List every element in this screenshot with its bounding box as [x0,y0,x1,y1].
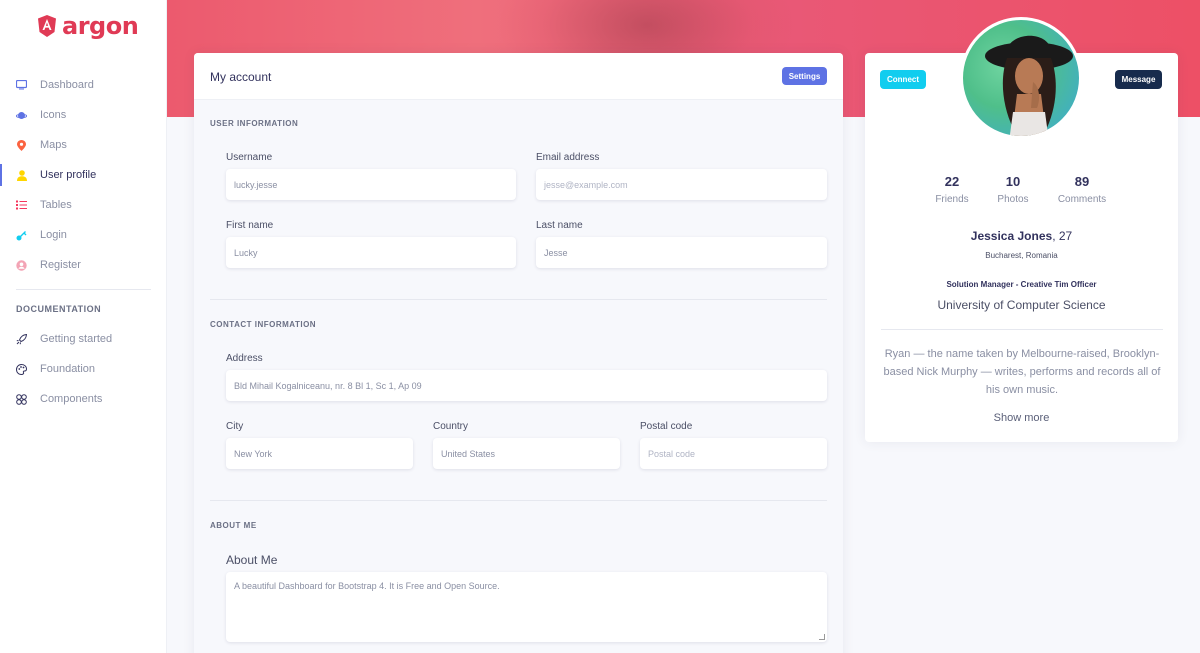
sidebar-divider [16,289,151,290]
profile-name: Jessica Jones, 27 [865,229,1178,243]
account-card-header: My account Settings [194,53,843,100]
profile-location: Bucharest, Romania [985,251,1058,260]
sidebar-item-getting-started[interactable]: Getting started [0,324,166,354]
sidebar-item-label: Dashboard [40,79,94,91]
bullet-list-icon [16,200,27,211]
last-name-label: Last name [536,220,583,231]
profile-photo [985,35,1073,136]
postal-code-label: Postal code [640,421,693,432]
account-title: My account [210,70,272,84]
email-input[interactable]: jesse@example.com [536,169,827,200]
profile-age: , 27 [1052,229,1073,243]
docs-nav: Getting started Foundation Components [0,324,166,414]
palette-icon [16,363,27,375]
angular-logo-icon [38,15,56,37]
stat-value: 22 [944,174,960,189]
stat-value: 89 [1074,174,1090,189]
stat-label: Friends [935,194,969,205]
first-name-input[interactable]: Lucky [226,237,516,268]
profile-divider [881,329,1163,330]
city-input[interactable]: New York [226,438,413,469]
stat-value: 10 [1005,174,1021,189]
sidebar-item-login[interactable]: Login [0,220,166,250]
sidebar-item-user-profile[interactable]: User profile [0,160,166,190]
single-user-icon [16,169,27,181]
sidebar-item-label: Register [40,259,81,271]
sidebar-item-components[interactable]: Components [0,384,166,414]
address-input[interactable]: Bld Mihail Kogalniceanu, nr. 8 Bl 1, Sc … [226,370,827,401]
planet-icon [16,110,27,121]
connect-button[interactable]: Connect [880,70,926,89]
sidebar-item-label: Icons [40,109,67,121]
profile-job: Solution Manager - Creative Tim Officer [946,280,1097,289]
tv-icon [16,80,27,91]
key-icon [16,230,27,241]
username-input[interactable]: lucky.jesse [226,169,516,200]
section-divider [210,299,827,300]
circle-user-icon [16,259,27,271]
sidebar-item-label: Getting started [40,333,113,345]
sidebar-item-label: User profile [40,169,97,181]
email-label: Email address [536,152,600,163]
pin-icon [16,139,27,151]
stat-friends: 22 Friends [922,174,982,205]
spaceship-icon [16,333,27,345]
user-info-heading: USER INFORMATION [210,119,299,128]
ui-04-icon [16,393,27,405]
city-label: City [226,421,244,432]
sidebar-item-label: Foundation [40,363,96,375]
sidebar-item-dashboard[interactable]: Dashboard [0,70,166,100]
country-input[interactable]: United States [433,438,620,469]
sidebar-item-label: Components [40,393,103,405]
message-button[interactable]: Message [1115,70,1162,89]
profile-full-name: Jessica Jones [970,229,1053,243]
section-divider [210,500,827,501]
contact-info-heading: CONTACT INFORMATION [210,320,317,329]
profile-card: Connect Message 22 Friends 10 Photos 89 … [865,17,1178,442]
about-me-label: About Me [226,553,278,567]
address-label: Address [226,353,263,364]
sidebar: argon Dashboard Icons Maps User profile [0,0,167,653]
stat-label: Photos [997,194,1029,205]
sidebar-item-foundation[interactable]: Foundation [0,354,166,384]
show-more-link[interactable]: Show more [865,412,1178,424]
country-label: Country [433,421,469,432]
account-card: My account Settings USER INFORMATION Use… [194,53,843,653]
stat-comments: 89 Comments [1052,174,1112,205]
first-name-label: First name [226,220,274,231]
about-me-text: A beautiful Dashboard for Bootstrap 4. I… [234,581,500,591]
profile-university: University of Computer Science [937,298,1106,312]
resize-handle-icon[interactable] [819,634,825,640]
brand-name: argon [62,12,139,40]
sidebar-item-maps[interactable]: Maps [0,130,166,160]
sidebar-item-tables[interactable]: Tables [0,190,166,220]
sidebar-item-label: Maps [40,139,67,151]
settings-button[interactable]: Settings [782,67,827,85]
username-label: Username [226,152,273,163]
postal-code-input[interactable]: Postal code [640,438,827,469]
brand-logo[interactable]: argon [38,12,139,40]
profile-bio: Ryan — the name taken by Melbourne-raise… [883,348,1161,396]
sidebar-item-register[interactable]: Register [0,250,166,280]
sidebar-nav: Dashboard Icons Maps User profile Tables [0,70,166,280]
stat-label: Comments [1057,194,1107,205]
last-name-input[interactable]: Jesse [536,237,827,268]
sidebar-item-label: Tables [40,199,72,211]
sidebar-item-label: Login [40,229,67,241]
sidebar-item-icons[interactable]: Icons [0,100,166,130]
about-me-heading: ABOUT ME [210,521,257,530]
avatar[interactable] [960,17,1082,139]
docs-heading: DOCUMENTATION [16,304,102,314]
about-me-textarea[interactable]: A beautiful Dashboard for Bootstrap 4. I… [226,572,827,642]
stat-photos: 10 Photos [983,174,1043,205]
